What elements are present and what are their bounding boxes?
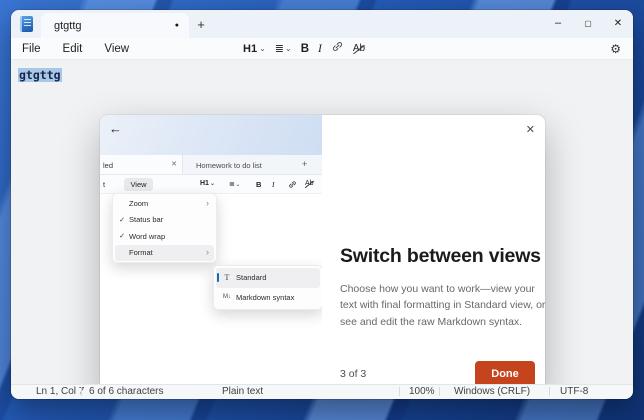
bulleted-list-icon: ≣ xyxy=(229,180,234,188)
cursor-position: Ln 1, Col 7 xyxy=(36,386,84,397)
dialog-close-icon[interactable]: ✕ xyxy=(526,123,535,136)
markdown-icon: M↓ xyxy=(216,294,232,300)
checkmark-icon: ✓ xyxy=(115,216,129,224)
app-icon-tile xyxy=(11,10,41,38)
italic-button[interactable]: I xyxy=(318,43,322,55)
link-button[interactable] xyxy=(331,40,344,58)
tab-gtgttg[interactable]: gtgttg ● xyxy=(41,13,189,38)
link-icon xyxy=(288,180,297,189)
mini-tab-homework: Homework to do list xyxy=(196,161,262,170)
list-style-button[interactable]: ≣ ⌄ xyxy=(275,42,292,55)
format-toolbar: H1 ⌄ ≣ ⌄ B I Ab xyxy=(243,38,365,59)
back-arrow-icon[interactable]: ← xyxy=(109,121,122,136)
status-separator xyxy=(439,387,440,396)
minimize-button[interactable]: – xyxy=(543,10,573,36)
status-separator xyxy=(549,387,550,396)
mini-italic-button: I xyxy=(272,180,275,189)
mini-tab-bar: led ✕ Homework to do list + xyxy=(100,155,322,175)
line-ending: Windows (CRLF) xyxy=(454,386,530,397)
dialog-description: Choose how you want to work—view your te… xyxy=(340,281,546,330)
dialog-title: Switch between views xyxy=(340,245,541,268)
notepad-window: gtgttg ● + – ▢ ✕ File Edit View H1 ⌄ ≣ ⌄… xyxy=(11,10,633,399)
mini-menu-item-status-bar: ✓ Status bar xyxy=(115,212,214,229)
status-bar: Ln 1, Col 7 6 of 6 characters Plain text… xyxy=(11,384,633,399)
zoom-level[interactable]: 100% xyxy=(409,386,435,397)
link-icon xyxy=(331,40,344,53)
caption-buttons: – ▢ ✕ xyxy=(543,10,633,36)
mini-tab-untitled: led ✕ xyxy=(100,155,183,174)
mini-submenu-item-markdown: M↓ Markdown syntax xyxy=(216,288,320,308)
submenu-arrow-icon: › xyxy=(206,248,214,257)
mini-heading-button: H1⌄ xyxy=(200,180,215,187)
status-separator xyxy=(81,387,82,396)
menu-file[interactable]: File xyxy=(11,43,52,55)
encoding: UTF-8 xyxy=(560,386,588,397)
bold-button[interactable]: B xyxy=(301,43,309,55)
chevron-down-icon: ⌄ xyxy=(210,180,215,187)
status-separator xyxy=(399,387,400,396)
heading-style-button[interactable]: H1 ⌄ xyxy=(243,43,266,55)
document-mode: Plain text xyxy=(222,386,263,397)
close-button[interactable]: ✕ xyxy=(603,10,633,36)
mini-submenu-item-standard: T Standard xyxy=(216,268,320,288)
mini-link-button xyxy=(288,180,297,189)
menu-edit[interactable]: Edit xyxy=(52,43,94,55)
selected-document-text[interactable]: gtgttg xyxy=(18,68,62,82)
mini-list-button: ≣⌄ xyxy=(229,180,240,188)
notepad-icon xyxy=(20,16,33,32)
checkmark-icon: ✓ xyxy=(115,232,129,240)
illustration-pane: ← led ✕ Homework to do list + t View H1⌄ xyxy=(100,115,322,399)
onboarding-dialog: ✕ ← led ✕ Homework to do list + t View xyxy=(100,115,545,399)
editor-area[interactable]: gtgttg ✕ ← led ✕ Homework to do list + t xyxy=(11,60,633,384)
chevron-down-icon: ⌄ xyxy=(235,181,240,188)
mini-menu-item-format: Format › xyxy=(115,245,214,262)
settings-gear-icon[interactable]: ⚙ xyxy=(610,42,621,56)
mini-menu-edit-partial: t xyxy=(103,180,105,189)
selected-accent-bar xyxy=(217,273,219,282)
tab-title: gtgttg xyxy=(54,20,175,32)
mini-format-submenu: T Standard M↓ Markdown syntax xyxy=(213,265,322,310)
menu-bar: File Edit View H1 ⌄ ≣ ⌄ B I Ab ⚙ xyxy=(11,38,633,60)
clear-formatting-button[interactable]: Ab xyxy=(353,43,365,54)
tab-bar: gtgttg ● + – ▢ ✕ xyxy=(11,10,633,38)
submenu-arrow-icon: › xyxy=(206,199,214,208)
chevron-down-icon: ⌄ xyxy=(259,44,266,53)
character-count: 6 of 6 characters xyxy=(89,386,163,397)
mini-tab-close-icon: ✕ xyxy=(171,160,177,168)
mini-menu-item-word-wrap: ✓ Word wrap xyxy=(115,228,214,245)
mini-toolbar: t View H1⌄ ≣⌄ B I Ab xyxy=(100,175,322,194)
mini-bold-button: B xyxy=(256,180,261,189)
mini-menu-item-zoom: Zoom › xyxy=(115,195,214,212)
mini-view-menu-button: View xyxy=(124,178,153,191)
bulleted-list-icon: ≣ xyxy=(275,42,283,55)
mini-clear-formatting-button: Ab xyxy=(305,180,314,187)
illustration-hero-band xyxy=(100,115,322,155)
chevron-down-icon: ⌄ xyxy=(285,44,292,53)
new-tab-button[interactable]: + xyxy=(189,10,213,38)
pagination-text: 3 of 3 xyxy=(340,368,366,380)
mini-view-menu: Zoom › ✓ Status bar ✓ Word wrap Format › xyxy=(112,193,217,263)
mini-new-tab-icon: + xyxy=(302,159,307,169)
unsaved-indicator-icon: ● xyxy=(175,22,179,29)
menu-view[interactable]: View xyxy=(93,43,140,55)
maximize-button[interactable]: ▢ xyxy=(573,10,603,36)
